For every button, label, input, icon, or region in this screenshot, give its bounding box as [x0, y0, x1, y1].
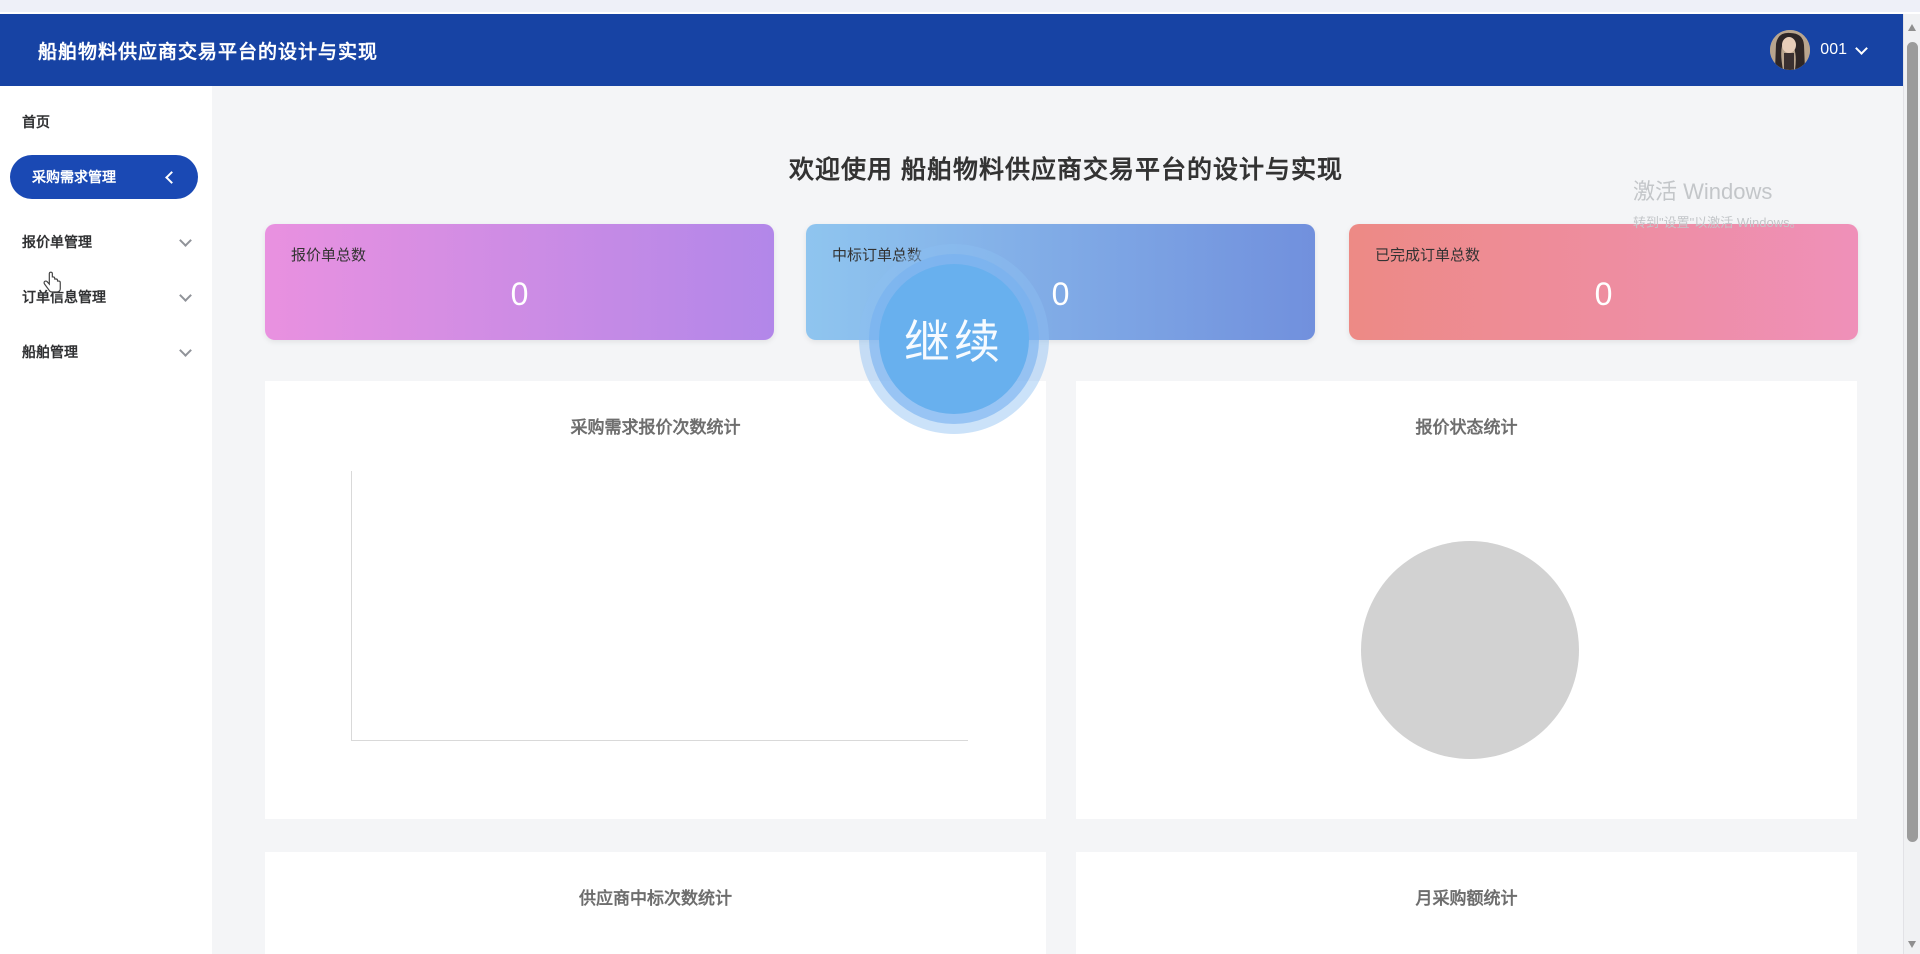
sidebar-item-label: 报价单管理 [22, 234, 92, 250]
chevron-down-icon [179, 343, 192, 357]
scrollbar-up-arrow[interactable] [1908, 24, 1916, 31]
main-content: 欢迎使用 船舶物料供应商交易平台的设计与实现 报价单总数 0 中标订单总数 0 … [212, 86, 1920, 954]
scrollbar-down-arrow[interactable] [1908, 941, 1916, 948]
app-header: 船舶物料供应商交易平台的设计与实现 001 [0, 14, 1920, 86]
chart-panel-quote-status: 报价状态统计 [1076, 381, 1857, 819]
pie-chart-placeholder [1361, 541, 1579, 759]
stat-card-value: 0 [1594, 276, 1613, 312]
sidebar: 首页 采购需求管理 报价单管理 订单信息管理 船舶管理 [0, 86, 212, 954]
sidebar-item-label: 采购需求管理 [32, 169, 116, 185]
chevron-down-icon [1855, 41, 1868, 55]
continue-overlay-core: 继续 [879, 264, 1029, 414]
stat-card-label: 已完成订单总数 [1375, 247, 1481, 264]
chevron-down-icon [179, 233, 192, 247]
stat-card-value: 0 [510, 276, 529, 312]
stat-card-completed-orders[interactable]: 已完成订单总数 0 [1349, 224, 1858, 340]
scrollbar-thumb[interactable] [1907, 42, 1918, 842]
continue-overlay-button[interactable]: 继续 [859, 244, 1049, 434]
welcome-heading: 欢迎使用 船舶物料供应商交易平台的设计与实现 [789, 156, 1343, 184]
chart-panel-supplier-wins: 供应商中标次数统计 [265, 852, 1046, 954]
mouse-hand-cursor-icon [40, 270, 66, 301]
avatar[interactable] [1770, 30, 1811, 70]
sidebar-item-order-info[interactable]: 订单信息管理 [0, 275, 212, 319]
chevron-down-icon [179, 288, 192, 302]
chart-panel-monthly-purchase: 月采购额统计 [1076, 852, 1857, 954]
username-label: 001 [1820, 41, 1847, 58]
chart-title: 供应商中标次数统计 [579, 889, 732, 908]
page-scrollbar[interactable] [1903, 14, 1920, 954]
sidebar-item-home[interactable]: 首页 [0, 100, 212, 144]
stat-card-label: 报价单总数 [291, 247, 367, 264]
browser-top-strip [0, 0, 1920, 14]
user-menu[interactable]: 001 [1770, 14, 1868, 86]
chart-title: 报价状态统计 [1415, 418, 1518, 437]
chart-title: 月采购额统计 [1415, 889, 1518, 908]
continue-overlay-ring: 继续 [869, 254, 1039, 424]
sidebar-item-quotation[interactable]: 报价单管理 [0, 220, 212, 264]
sidebar-item-ship-mgmt[interactable]: 船舶管理 [0, 330, 212, 374]
sidebar-item-label: 船舶管理 [22, 344, 78, 360]
chart-y-axis [351, 471, 352, 740]
stat-card-total-quotes[interactable]: 报价单总数 0 [265, 224, 774, 340]
chevron-left-icon [165, 170, 178, 184]
chart-panel-quote-count: 采购需求报价次数统计 [265, 381, 1046, 819]
chart-x-axis [351, 740, 968, 741]
continue-overlay-label: 继续 [904, 317, 1004, 368]
sidebar-item-label: 首页 [22, 114, 50, 130]
sidebar-item-purchase-demand[interactable]: 采购需求管理 [10, 155, 198, 199]
app-title: 船舶物料供应商交易平台的设计与实现 [38, 41, 379, 63]
